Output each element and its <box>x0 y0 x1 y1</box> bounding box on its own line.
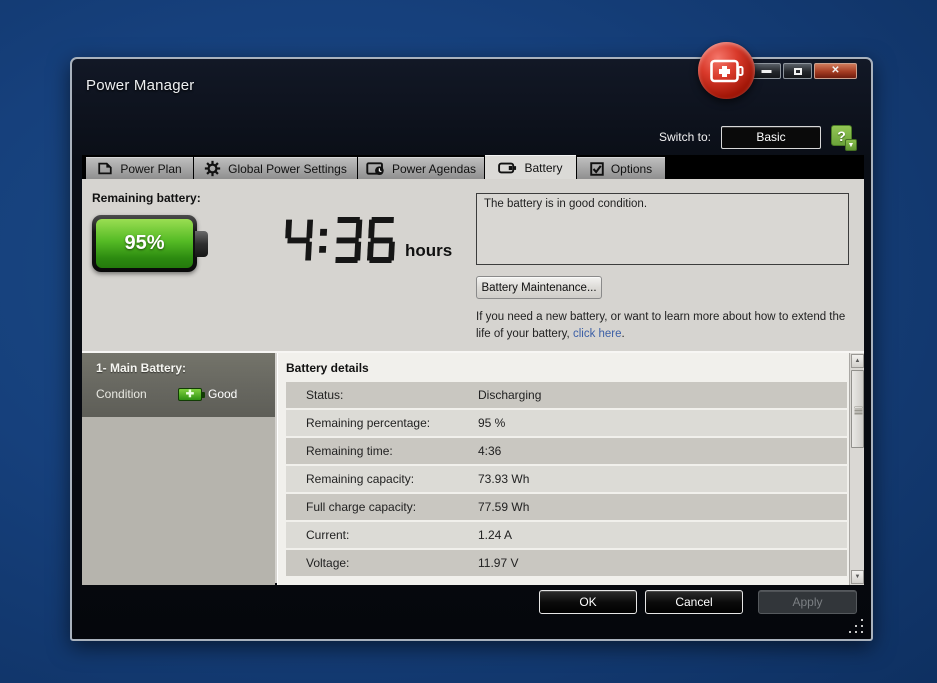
table-row: Remaining time: 4:36 <box>286 438 847 464</box>
tab-label: Global Power Settings <box>228 161 347 176</box>
tab-bar: Power Plan Global Power Settings Power A… <box>82 155 864 179</box>
checkbox-icon <box>590 161 604 176</box>
switch-to-label: Switch to: <box>658 130 711 144</box>
chevron-down-icon: ▼ <box>845 139 857 151</box>
main-battery-title: 1- Main Battery: <box>96 361 187 375</box>
desktop-background: Power Manager ▬ ✕ Switch to: Basic ? ▼ P… <box>0 0 937 683</box>
cancel-button[interactable]: Cancel <box>645 590 743 614</box>
tab-global-power-settings[interactable]: Global Power Settings <box>194 157 357 179</box>
scroll-down-icon[interactable]: ▼ <box>851 570 864 584</box>
tab-power-agendas[interactable]: Power Agendas <box>358 157 484 179</box>
detail-label: Remaining time: <box>306 444 393 458</box>
tab-options[interactable]: Options <box>577 157 665 179</box>
maximize-button[interactable] <box>783 63 812 79</box>
detail-value: 95 % <box>478 416 506 430</box>
main-battery-header: 1- Main Battery: Condition ✚ Good <box>82 353 275 417</box>
time-unit-label: hours <box>404 241 453 260</box>
detail-label: Status: <box>306 388 344 402</box>
tab-label: Power Agendas <box>391 161 477 176</box>
maximize-icon <box>793 67 802 75</box>
switch-to-basic-button[interactable]: Basic <box>721 125 821 149</box>
detail-label: Voltage: <box>306 556 350 570</box>
detail-label: Full charge capacity: <box>306 500 417 514</box>
detail-value: Discharging <box>478 388 542 402</box>
condition-label: Condition <box>96 387 147 401</box>
table-row: Current: 1.24 A <box>286 522 847 548</box>
remaining-battery-label: Remaining battery: <box>92 191 201 205</box>
battery-details-panel: Battery details Status: Discharging Rema… <box>277 353 864 585</box>
table-row: Status: Discharging <box>286 382 847 408</box>
lower-split-panel: 1- Main Battery: Condition ✚ Good Batter… <box>82 351 864 585</box>
tab-label: Options <box>610 161 653 176</box>
tab-label: Battery <box>524 160 563 175</box>
battery-gauge-fill: 95% <box>96 219 193 268</box>
condition-row: Condition ✚ Good <box>96 387 263 401</box>
ok-button[interactable]: OK <box>539 590 637 614</box>
info-text-before: If you need a new battery, or want to le… <box>476 311 846 340</box>
apply-button: Apply <box>758 590 857 614</box>
vertical-scrollbar[interactable]: ▲ ▼ <box>849 353 864 585</box>
power-manager-logo-icon <box>698 42 755 99</box>
battery-condition-icon: ✚ <box>178 387 205 401</box>
battery-info-text: If you need a new battery, or want to le… <box>476 309 861 342</box>
switch-row: Switch to: Basic ? ▼ <box>658 125 857 151</box>
gear-icon <box>204 160 221 177</box>
help-menu-button[interactable]: ? ▼ <box>831 125 857 151</box>
table-row: Remaining capacity: 73.93 Wh <box>286 466 847 492</box>
main-battery-panel: 1- Main Battery: Condition ✚ Good <box>82 353 275 585</box>
battery-details-table: Status: Discharging Remaining percentage… <box>278 382 864 576</box>
detail-value: 11.97 V <box>478 556 519 570</box>
detail-label: Remaining capacity: <box>306 472 415 486</box>
battery-gauge: 95% <box>92 215 197 272</box>
remaining-time-display: hours <box>285 217 452 263</box>
close-button[interactable]: ✕ <box>814 63 857 79</box>
info-text-after: . <box>621 327 625 340</box>
detail-value: 73.93 Wh <box>478 472 530 486</box>
window-title: Power Manager <box>86 77 195 94</box>
detail-value: 77.59 Wh <box>478 500 530 514</box>
tab-label: Power Plan <box>120 161 182 176</box>
condition-value: Good <box>208 387 238 401</box>
scroll-up-icon[interactable]: ▲ <box>851 354 864 368</box>
table-row: Full charge capacity: 77.59 Wh <box>286 494 847 520</box>
detail-label: Remaining percentage: <box>306 416 431 430</box>
battery-details-title: Battery details <box>286 361 369 375</box>
battery-condition-box: The battery is in good condition. <box>476 193 849 265</box>
battery-tab-content: Remaining battery: 95% hours The battery… <box>82 179 864 585</box>
window-controls: ▬ ✕ <box>752 63 857 79</box>
minimize-button[interactable]: ▬ <box>752 63 781 79</box>
battery-maintenance-button[interactable]: Battery Maintenance... <box>476 276 602 299</box>
tab-power-plan[interactable]: Power Plan <box>86 157 193 179</box>
battery-icon <box>498 162 517 174</box>
table-row: Remaining percentage: 95 % <box>286 410 847 436</box>
resize-grip[interactable] <box>849 619 863 633</box>
power-manager-window: Power Manager ▬ ✕ Switch to: Basic ? ▼ P… <box>70 42 873 641</box>
document-icon <box>97 161 113 176</box>
tab-battery[interactable]: Battery <box>485 155 576 179</box>
click-here-link[interactable]: click here <box>573 328 622 340</box>
detail-label: Current: <box>306 528 350 542</box>
detail-value: 1.24 A <box>478 528 513 542</box>
battery-terminal <box>195 231 208 257</box>
scrollbar-thumb[interactable] <box>851 370 864 448</box>
agenda-clock-icon <box>366 161 385 176</box>
seven-segment-time <box>284 217 396 263</box>
battery-percentage: 95% <box>124 232 165 254</box>
table-row: Voltage: 11.97 V <box>286 550 847 576</box>
detail-value: 4:36 <box>478 444 502 458</box>
